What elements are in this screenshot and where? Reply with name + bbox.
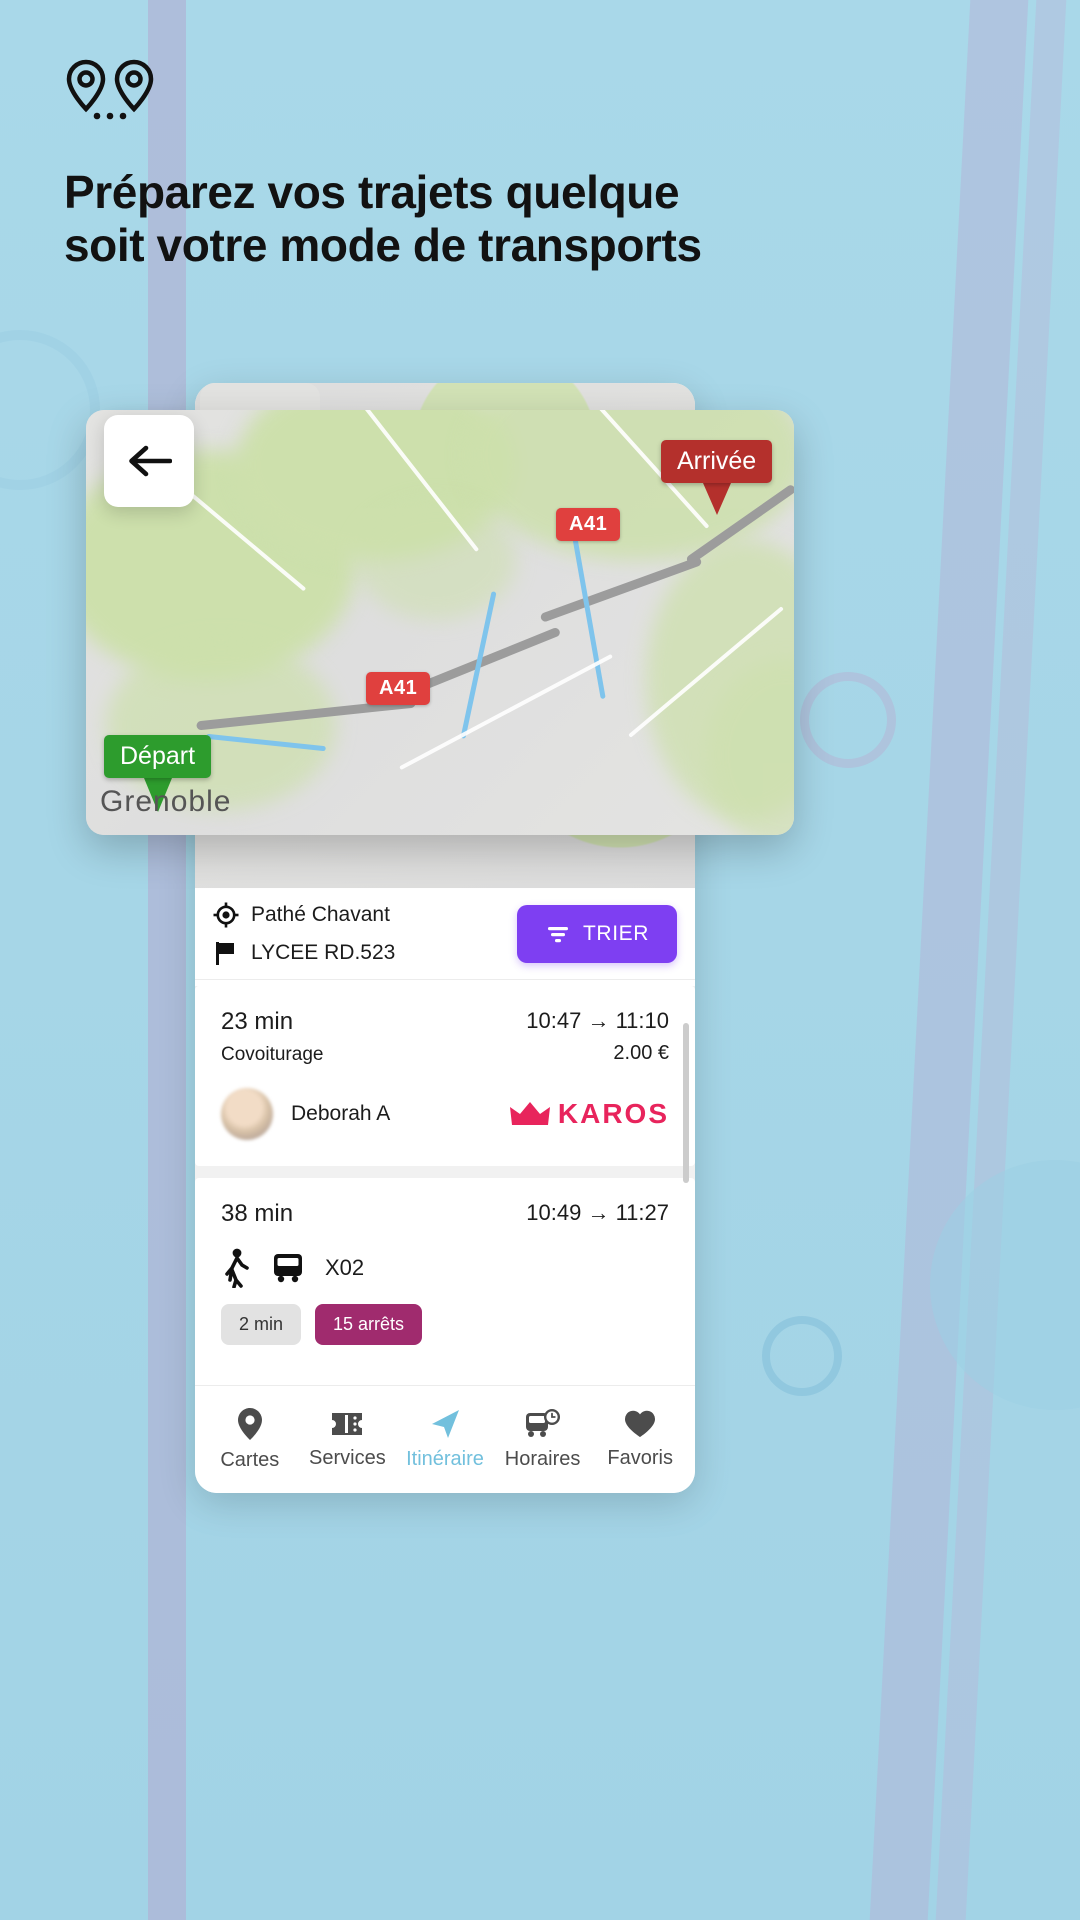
page-title: Préparez vos trajets quelque soit votre … — [64, 166, 824, 273]
nav-label: Itinéraire — [406, 1448, 484, 1470]
back-button[interactable] — [104, 415, 194, 507]
marker-arrivee-label: Arrivée — [661, 440, 773, 483]
walk-chip[interactable]: 2 min — [221, 1304, 302, 1345]
nav-item-itineraire[interactable]: Itinéraire — [399, 1408, 491, 1471]
heart-icon — [625, 1410, 656, 1437]
marker-arrivee-tip — [702, 483, 731, 515]
destination-text: LYCEE RD.523 — [251, 940, 396, 964]
price: 2.00 € — [613, 1042, 669, 1064]
bus-icon — [274, 1254, 302, 1283]
marker-depart-label: Départ — [104, 735, 212, 778]
destination-row[interactable]: LYCEE RD.523 — [213, 934, 517, 972]
arrive-time: 11:10 — [615, 1008, 669, 1033]
provider-badge: KAROS — [509, 1098, 669, 1130]
sort-button[interactable]: TRIER — [517, 904, 677, 963]
background-circle-small — [762, 1316, 842, 1396]
nav-item-horaires[interactable]: Horaires — [497, 1408, 589, 1471]
bottom-navigation: Cartes Services Itinéraire Horaires Favo… — [195, 1385, 695, 1493]
time-arrow: → — [587, 1008, 610, 1033]
results-list[interactable]: 23 min Covoiturage 10:47 → 11:10 2.00 € … — [195, 986, 695, 1371]
headline-line-1: Préparez vos trajets quelque — [64, 166, 680, 218]
time-arrow: → — [587, 1200, 610, 1225]
ticket-icon — [332, 1413, 363, 1435]
nav-item-favoris[interactable]: Favoris — [594, 1409, 686, 1470]
nav-label: Favoris — [607, 1447, 673, 1469]
result-card-transit[interactable]: 38 min 10:49 → 11:27 X02 2 min 15 arrêts — [195, 1178, 695, 1371]
marker-arrivee[interactable]: Arrivée — [661, 440, 773, 515]
duration: 38 min — [221, 1200, 294, 1227]
leg-chips: 2 min 15 arrêts — [221, 1304, 669, 1345]
crown-icon — [509, 1102, 550, 1125]
filter-icon — [548, 926, 568, 942]
bus-clock-icon — [525, 1409, 560, 1437]
arrive-time: 11:27 — [615, 1200, 669, 1225]
origin-text: Pathé Chavant — [251, 902, 390, 926]
driver-name: Deborah A — [291, 1102, 391, 1125]
crosshair-icon — [213, 902, 239, 927]
route-endpoints: Pathé Chavant LYCEE RD.523 — [213, 896, 517, 972]
origin-row[interactable]: Pathé Chavant — [213, 896, 517, 934]
headline-line-2: soit votre mode de transports — [64, 219, 702, 272]
city-label-grenoble: Grenoble — [100, 785, 232, 818]
provider-name: KAROS — [557, 1098, 669, 1129]
arrow-left-icon — [129, 445, 172, 477]
double-map-pin-icon — [66, 59, 154, 120]
walking-person-icon — [225, 1248, 249, 1288]
time-range: 10:49 → 11:27 — [526, 1200, 669, 1226]
results-scrollbar[interactable] — [683, 1023, 689, 1183]
sort-button-label: TRIER — [583, 921, 649, 945]
transit-modes: X02 — [221, 1248, 669, 1288]
highway-badge-a41-lower: A41 — [366, 672, 431, 705]
stops-chip[interactable]: 15 arrêts — [315, 1304, 423, 1345]
nav-item-services[interactable]: Services — [301, 1409, 393, 1470]
duration: 23 min — [221, 1008, 294, 1035]
promo-header: Préparez vos trajets quelque soit votre … — [64, 58, 824, 273]
nav-label: Cartes — [220, 1449, 280, 1471]
search-header: Pathé Chavant LYCEE RD.523 TRIER — [195, 888, 695, 980]
map-pin-icon — [237, 1408, 262, 1440]
bus-line-label: X02 — [325, 1255, 365, 1280]
result-card-carpool[interactable]: 23 min Covoiturage 10:47 → 11:10 2.00 € … — [195, 986, 695, 1166]
nav-item-cartes[interactable]: Cartes — [204, 1407, 296, 1472]
background-stripe-left — [148, 0, 186, 1920]
flag-icon — [216, 941, 234, 965]
depart-time: 10:49 — [526, 1200, 582, 1225]
avatar — [221, 1088, 273, 1140]
background-circle-outline — [800, 672, 896, 768]
mode-label: Covoiturage — [221, 1044, 324, 1065]
highway-badge-a41-upper: A41 — [556, 508, 621, 541]
nav-label: Services — [309, 1447, 386, 1469]
depart-time: 10:47 — [526, 1008, 582, 1033]
time-range: 10:47 → 11:10 — [526, 1008, 669, 1034]
nav-label: Horaires — [504, 1448, 581, 1470]
navigate-icon — [431, 1410, 459, 1438]
